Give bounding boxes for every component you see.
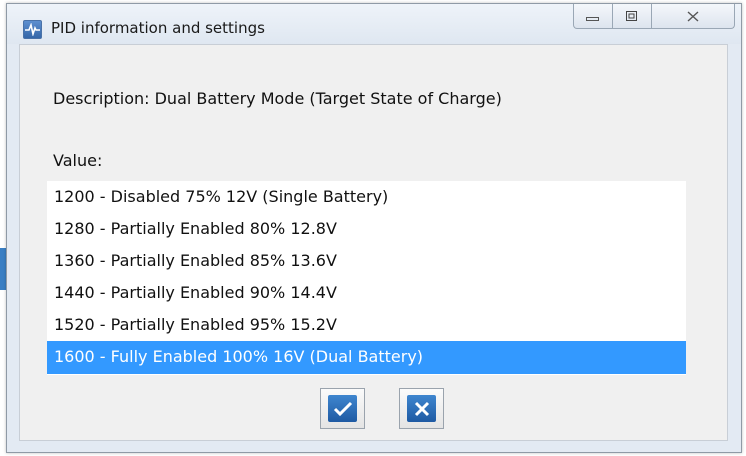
maximize-icon [626,7,638,26]
checkmark-icon [328,395,357,422]
dialog-content: Description: Dual Battery Mode (Target S… [19,44,728,441]
pid-description: Description: Dual Battery Mode (Target S… [53,89,502,108]
value-option-1280[interactable]: 1280 - Partially Enabled 80% 12.8V [47,213,686,245]
ok-button[interactable] [320,388,365,429]
value-option-1600[interactable]: 1600 - Fully Enabled 100% 16V (Dual Batt… [47,341,686,374]
close-icon [687,7,699,26]
value-listbox[interactable]: 1200 - Disabled 75% 12V (Single Battery)… [47,181,686,375]
value-option-1520[interactable]: 1520 - Partially Enabled 95% 15.2V [47,309,686,341]
close-button[interactable] [652,4,735,29]
pid-settings-dialog: PID information and settings Description… [6,3,742,453]
value-label: Value: [53,151,103,170]
cancel-button[interactable] [399,388,444,429]
title-bar[interactable]: PID information and settings [7,4,741,44]
value-option-1360[interactable]: 1360 - Partially Enabled 85% 13.6V [47,245,686,277]
caption-buttons [573,4,738,30]
window-title: PID information and settings [51,19,265,37]
maximize-button[interactable] [613,4,652,29]
minimize-icon [586,7,600,26]
value-option-1440[interactable]: 1440 - Partially Enabled 90% 14.4V [47,277,686,309]
pulse-icon [23,20,42,39]
value-option-1200[interactable]: 1200 - Disabled 75% 12V (Single Battery) [47,181,686,213]
minimize-button[interactable] [573,4,613,29]
x-icon [407,395,436,422]
